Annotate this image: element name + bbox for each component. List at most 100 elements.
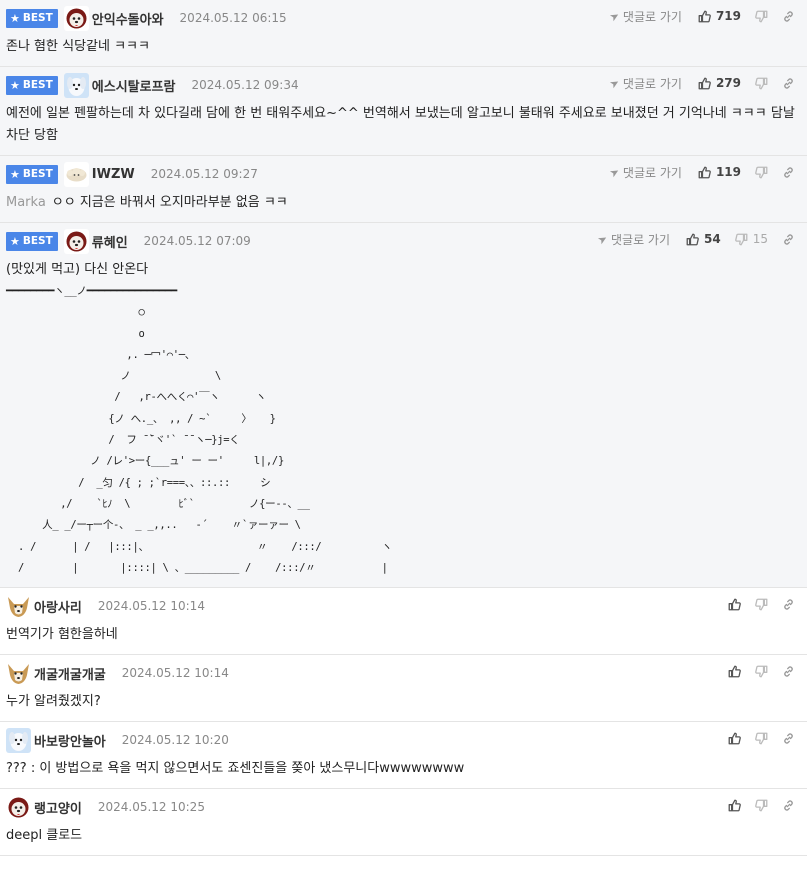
comment-text: 예전에 일본 펜팔하는데 차 있다길래 담에 한 번 태워주세요~^^ 번역해서…	[6, 106, 799, 143]
thumbs-up-icon	[728, 799, 741, 812]
avatar[interactable]	[63, 5, 89, 31]
link-icon	[784, 10, 793, 22]
thumbs-up-icon	[686, 233, 699, 245]
comment-actions	[728, 655, 795, 687]
comment-actions	[728, 588, 795, 620]
star-icon: ★	[10, 234, 20, 248]
comment-header: 바보랑안놀아 2024.05.12 10:20	[6, 722, 801, 758]
comment-text: 누가 알려줬겠지?	[6, 694, 101, 710]
nickname[interactable]: 바보랑안놀아	[34, 731, 106, 750]
go-to-reply-label: 댓글로 가기	[622, 9, 682, 24]
link-share-button[interactable]	[782, 233, 795, 246]
nickname[interactable]: 안익수돌아와	[92, 9, 164, 28]
fox-dog-avatar-icon	[6, 593, 31, 619]
dislike-button[interactable]	[755, 598, 768, 611]
dislike-button[interactable]	[755, 799, 768, 812]
comment-date: 2024.05.12 06:15	[179, 11, 287, 25]
link-share-button[interactable]	[782, 598, 795, 611]
thumbs-up-icon	[728, 598, 741, 611]
best-comment: ★ BEST 에스시탈로프람 2024.05.12 09:34 ➤ 댓글로 가기 2…	[0, 67, 807, 156]
avatar[interactable]	[6, 660, 31, 686]
comment-body: ㅇㅇ 지금은 바꿔서 오지마라부분 없음 ㅋㅋ	[51, 195, 288, 210]
dislike-button[interactable]	[755, 732, 768, 745]
comment-date: 2024.05.12 09:27	[150, 167, 258, 181]
link-share-button[interactable]	[782, 799, 795, 812]
nickname[interactable]: 류혜인	[92, 232, 128, 251]
comment-text: Marka ㅇㅇ 지금은 바꿔서 오지마라부분 없음 ㅋㅋ	[6, 192, 801, 222]
comment-text: ??? : 이 방법으로 욕을 먹지 않으면서도 죠센진들을 쫒아 냈스무니다w…	[6, 761, 465, 777]
link-icon	[784, 733, 793, 744]
go-to-reply-link[interactable]: ➤ 댓글로 가기	[595, 231, 670, 248]
like-button[interactable]	[728, 598, 741, 611]
dislike-button[interactable]	[755, 166, 768, 179]
fox-dog-avatar-icon	[6, 660, 31, 686]
like-button[interactable]	[728, 665, 741, 678]
like-count: 279	[715, 76, 741, 90]
link-icon	[784, 800, 793, 811]
go-to-reply-link[interactable]: ➤ 댓글로 가기	[607, 8, 682, 25]
star-icon: ★	[10, 78, 20, 92]
star-icon: ★	[10, 11, 20, 25]
comment-header: ★ BEST 안익수돌아와 2024.05.12 06:15 ➤ 댓글로 가기 71…	[6, 0, 801, 36]
link-share-button[interactable]	[782, 10, 795, 23]
best-comment: ★ BEST 류혜인 2024.05.12 07:09 ➤ 댓글로 가기 54 15…	[0, 223, 807, 589]
thumbs-down-icon	[755, 799, 768, 812]
thumbs-up-icon	[728, 665, 741, 678]
comment-actions: ➤ 댓글로 가기 54 15	[595, 223, 795, 255]
comment-actions	[728, 789, 795, 821]
star-icon: ★	[10, 167, 20, 181]
best-badge-label: BEST	[22, 11, 53, 24]
like-count: 54	[704, 232, 721, 246]
avatar[interactable]	[6, 794, 31, 820]
comment-header: ★ BEST IWZW 2024.05.12 09:27 ➤ 댓글로 가기 119	[6, 156, 801, 192]
nickname[interactable]: 개굴개굴개굴	[34, 664, 106, 683]
thumbs-up-icon	[728, 732, 741, 745]
thumbs-down-icon	[755, 665, 768, 678]
dislike-button[interactable]	[755, 665, 768, 678]
link-share-button[interactable]	[782, 732, 795, 745]
dislike-button[interactable]: 15	[734, 232, 768, 246]
comment-date: 2024.05.12 10:20	[121, 733, 229, 748]
comment-date: 2024.05.12 10:25	[97, 800, 205, 815]
like-button[interactable]: 119	[698, 165, 741, 179]
nickname[interactable]: 에스시탈로프람	[92, 76, 176, 95]
sheep-avatar-icon	[63, 161, 89, 187]
go-to-reply-link[interactable]: ➤ 댓글로 가기	[607, 164, 682, 181]
best-badge: ★ BEST	[6, 75, 58, 95]
avatar[interactable]	[6, 727, 31, 753]
comment-date: 2024.05.12 10:14	[121, 666, 229, 681]
avatar[interactable]	[63, 228, 89, 254]
like-button[interactable]	[728, 732, 741, 745]
nickname[interactable]: IWZW	[92, 167, 135, 182]
go-to-reply-label: 댓글로 가기	[622, 76, 682, 91]
thumbs-up-icon	[698, 166, 711, 178]
best-badge: ★ BEST	[6, 231, 58, 251]
like-button[interactable]: 54	[686, 232, 721, 246]
go-to-reply-link[interactable]: ➤ 댓글로 가기	[607, 75, 682, 92]
like-button[interactable]: 279	[698, 76, 741, 90]
comment-header: 랭고양이 2024.05.12 10:25	[6, 789, 801, 825]
thumbs-up-icon	[698, 10, 711, 22]
avatar[interactable]	[63, 72, 89, 98]
nickname[interactable]: 아랑사리	[34, 597, 82, 616]
like-button[interactable]	[728, 799, 741, 812]
avatar[interactable]	[6, 593, 31, 619]
mention[interactable]: Marka	[6, 195, 46, 210]
best-badge-label: BEST	[22, 234, 53, 247]
comment: 개굴개굴개굴 2024.05.12 10:14 누가 알려줬겠지?	[0, 655, 807, 723]
dislike-button[interactable]	[755, 77, 768, 90]
dislike-button[interactable]	[755, 10, 768, 23]
nickname[interactable]: 랭고양이	[34, 798, 82, 817]
send-arrow-icon: ➤	[595, 231, 610, 247]
like-button[interactable]: 719	[698, 9, 741, 23]
link-share-button[interactable]	[782, 77, 795, 90]
link-share-button[interactable]	[782, 665, 795, 678]
thumbs-down-icon	[755, 10, 768, 22]
link-share-button[interactable]	[782, 166, 795, 179]
avatar[interactable]	[63, 161, 89, 187]
comment: 바보랑안놀아 2024.05.12 10:20 ??? : 이 방법으로 욕을 …	[0, 722, 807, 790]
send-arrow-icon: ➤	[607, 8, 622, 24]
comment-text: 존나 혐한 식당같네 ㅋㅋㅋ	[6, 39, 150, 54]
thumbs-down-icon	[734, 233, 748, 245]
best-comment: ★ BEST IWZW 2024.05.12 09:27 ➤ 댓글로 가기 119 …	[0, 156, 807, 223]
